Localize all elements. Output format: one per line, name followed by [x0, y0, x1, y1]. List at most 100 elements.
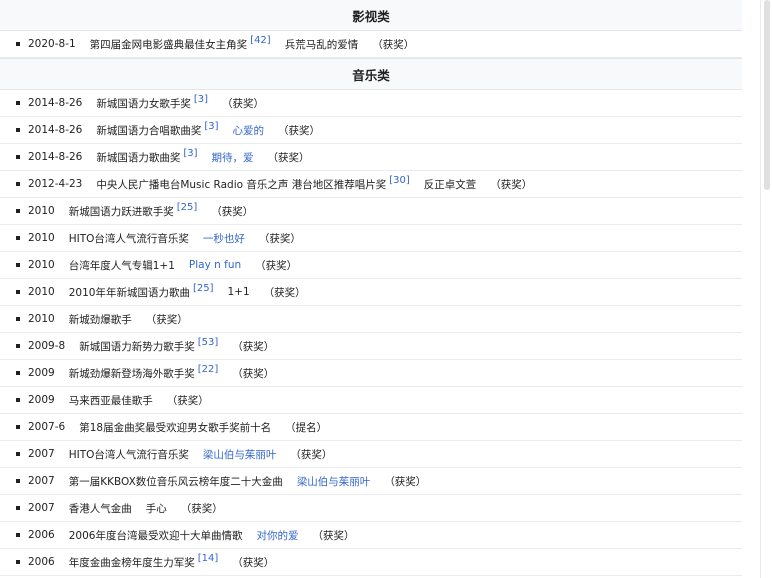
reference-link[interactable]: [42] [250, 35, 271, 46]
bullet-icon [16, 452, 20, 456]
bullet-icon [16, 344, 20, 348]
award-name: 新城劲爆歌手 [68, 313, 132, 326]
reference-link[interactable]: [25] [177, 202, 198, 213]
award-result: （获奖） [290, 448, 333, 461]
award-name: HITO台湾人气流行音乐奖 [68, 232, 189, 245]
reference-link[interactable]: [14] [198, 553, 219, 564]
bullet-icon [16, 371, 20, 375]
reference-link[interactable]: [30] [389, 175, 410, 186]
award-date: 2010 [28, 286, 55, 298]
award-work[interactable]: 对你的爱 [256, 528, 298, 543]
reference-link[interactable]: [22] [198, 364, 219, 375]
award-row: 2014-8-26 新城国语力歌曲奖 [3] 期待，爱 （获奖） [0, 144, 742, 171]
bullet-icon [16, 479, 20, 483]
bullet-icon [16, 155, 20, 159]
award-name: 第一届KKBOX数位音乐风云榜年度二十大金曲 [68, 475, 283, 488]
award-name: 新城国语力歌曲奖 [96, 151, 181, 164]
award-name: 2006年度台湾最受欢迎十大单曲情歌 [68, 529, 243, 542]
bullet-icon [16, 506, 20, 510]
award-result: （获奖） [384, 475, 427, 488]
award-date: 2006 [28, 529, 55, 541]
section-title: 影视类 [352, 8, 390, 24]
award-name: 2010年年新城国语力歌曲 [68, 286, 190, 299]
award-work: 兵荒马乱的爱情 [284, 38, 359, 51]
award-date: 2007 [28, 502, 55, 514]
award-result: （获奖） [166, 394, 209, 407]
award-row: 2010 2010年年新城国语力歌曲 [25] 1+1 （获奖） [0, 279, 742, 306]
award-name: 新城国语力跃进歌手奖 [68, 205, 174, 218]
award-row: 2009 马来西亚最佳歌手 （获奖） [0, 387, 742, 414]
award-work[interactable]: 梁山伯与茱丽叶 [203, 447, 277, 462]
award-name: 香港人气金曲 [68, 502, 132, 515]
award-name: 新城国语力新势力歌手奖 [79, 340, 195, 353]
award-row: 2014-8-26 新城国语力女歌手奖 [3] （获奖） [0, 90, 742, 117]
reference-link[interactable]: [3] [183, 148, 197, 159]
bullet-icon [16, 425, 20, 429]
bullet-icon [16, 209, 20, 213]
award-row: 2007-6 第18届金曲奖最受欢迎男女歌手奖前十名 （提名） [0, 414, 742, 441]
award-date: 2009 [28, 394, 55, 406]
award-row: 2009 新城劲爆新登场海外歌手奖 [22] （获奖） [0, 360, 742, 387]
scrollbar-thumb[interactable] [764, 0, 770, 190]
bullet-icon [16, 560, 20, 564]
award-work[interactable]: Play n fun [189, 259, 241, 271]
award-work: 1+1 [227, 286, 250, 298]
award-date: 2012-4-23 [28, 178, 83, 190]
award-work[interactable]: 心爱的 [233, 123, 265, 138]
reference-link[interactable]: [53] [198, 337, 219, 348]
bullet-icon [16, 290, 20, 294]
award-name: HITO台湾人气流行音乐奖 [68, 448, 189, 461]
award-result: （获奖） [372, 38, 415, 51]
award-row: 2006 年度金曲金榜年度生力军奖 [14] （获奖） [0, 549, 742, 576]
award-result: （获奖） [263, 286, 306, 299]
award-name: 新城劲爆新登场海外歌手奖 [68, 367, 195, 380]
award-date: 2014-8-26 [28, 124, 83, 136]
award-result: （获奖） [232, 340, 275, 353]
award-result: （提名） [285, 421, 328, 434]
award-work[interactable]: 梁山伯与茱丽叶 [297, 474, 371, 489]
award-work[interactable]: 期待，爱 [212, 150, 254, 165]
award-date: 2007 [28, 475, 55, 487]
award-work: 反正卓文萱 [423, 178, 477, 191]
section-header-music: 音乐类 [0, 58, 742, 90]
award-date: 2010 [28, 205, 55, 217]
award-row: 2010 HITO台湾人气流行音乐奖 一秒也好 （获奖） [0, 225, 742, 252]
award-result: （获奖） [222, 97, 265, 110]
award-result: （获奖） [232, 367, 275, 380]
award-row: 2007 HITO台湾人气流行音乐奖 梁山伯与茱丽叶 （获奖） [0, 441, 742, 468]
award-row: 2010 台湾年度人气专辑1+1 Play n fun （获奖） [0, 252, 742, 279]
bullet-icon [16, 263, 20, 267]
award-name: 第18届金曲奖最受欢迎男女歌手奖前十名 [79, 421, 272, 434]
scrollbar[interactable] [760, 0, 772, 578]
award-name: 马来西亚最佳歌手 [68, 394, 153, 407]
award-result: （获奖） [490, 178, 533, 191]
section-header-film: 影视类 [0, 0, 742, 31]
award-row: 2010 新城国语力跃进歌手奖 [25] （获奖） [0, 198, 742, 225]
award-work[interactable]: 一秒也好 [203, 231, 245, 246]
award-result: （获奖） [267, 151, 310, 164]
award-result: （获奖） [312, 529, 355, 542]
award-result: （获奖） [145, 313, 188, 326]
award-date: 2010 [28, 259, 55, 271]
award-row: 2007 第一届KKBOX数位音乐风云榜年度二十大金曲 梁山伯与茱丽叶 （获奖） [0, 468, 742, 495]
award-date: 2007-6 [28, 421, 66, 433]
bullet-icon [16, 101, 20, 105]
section-title: 音乐类 [352, 67, 390, 83]
award-row: 2009-8 新城国语力新势力歌手奖 [53] （获奖） [0, 333, 742, 360]
award-name: 新城国语力女歌手奖 [96, 97, 191, 110]
award-result: （获奖） [232, 556, 275, 569]
award-name: 第四届金网电影盛典最佳女主角奖 [89, 38, 248, 51]
reference-link[interactable]: [3] [204, 121, 218, 132]
award-date: 2014-8-26 [28, 151, 83, 163]
bullet-icon [16, 182, 20, 186]
award-result: （获奖） [211, 205, 254, 218]
reference-link[interactable]: [3] [194, 94, 208, 105]
award-name: 中央人民广播电台Music Radio 音乐之声 港台地区推荐唱片奖 [96, 178, 387, 191]
award-name: 台湾年度人气专辑1+1 [68, 259, 175, 272]
award-row: 2007 香港人气金曲 手心 （获奖） [0, 495, 742, 522]
music-awards: 2014-8-26 新城国语力女歌手奖 [3] （获奖） 2014-8-26 新城国语力合… [0, 90, 742, 576]
award-name: 年度金曲金榜年度生力军奖 [68, 556, 195, 569]
award-row: 2006 2006年度台湾最受欢迎十大单曲情歌 对你的爱 （获奖） [0, 522, 742, 549]
award-date: 2010 [28, 232, 55, 244]
reference-link[interactable]: [25] [193, 283, 214, 294]
